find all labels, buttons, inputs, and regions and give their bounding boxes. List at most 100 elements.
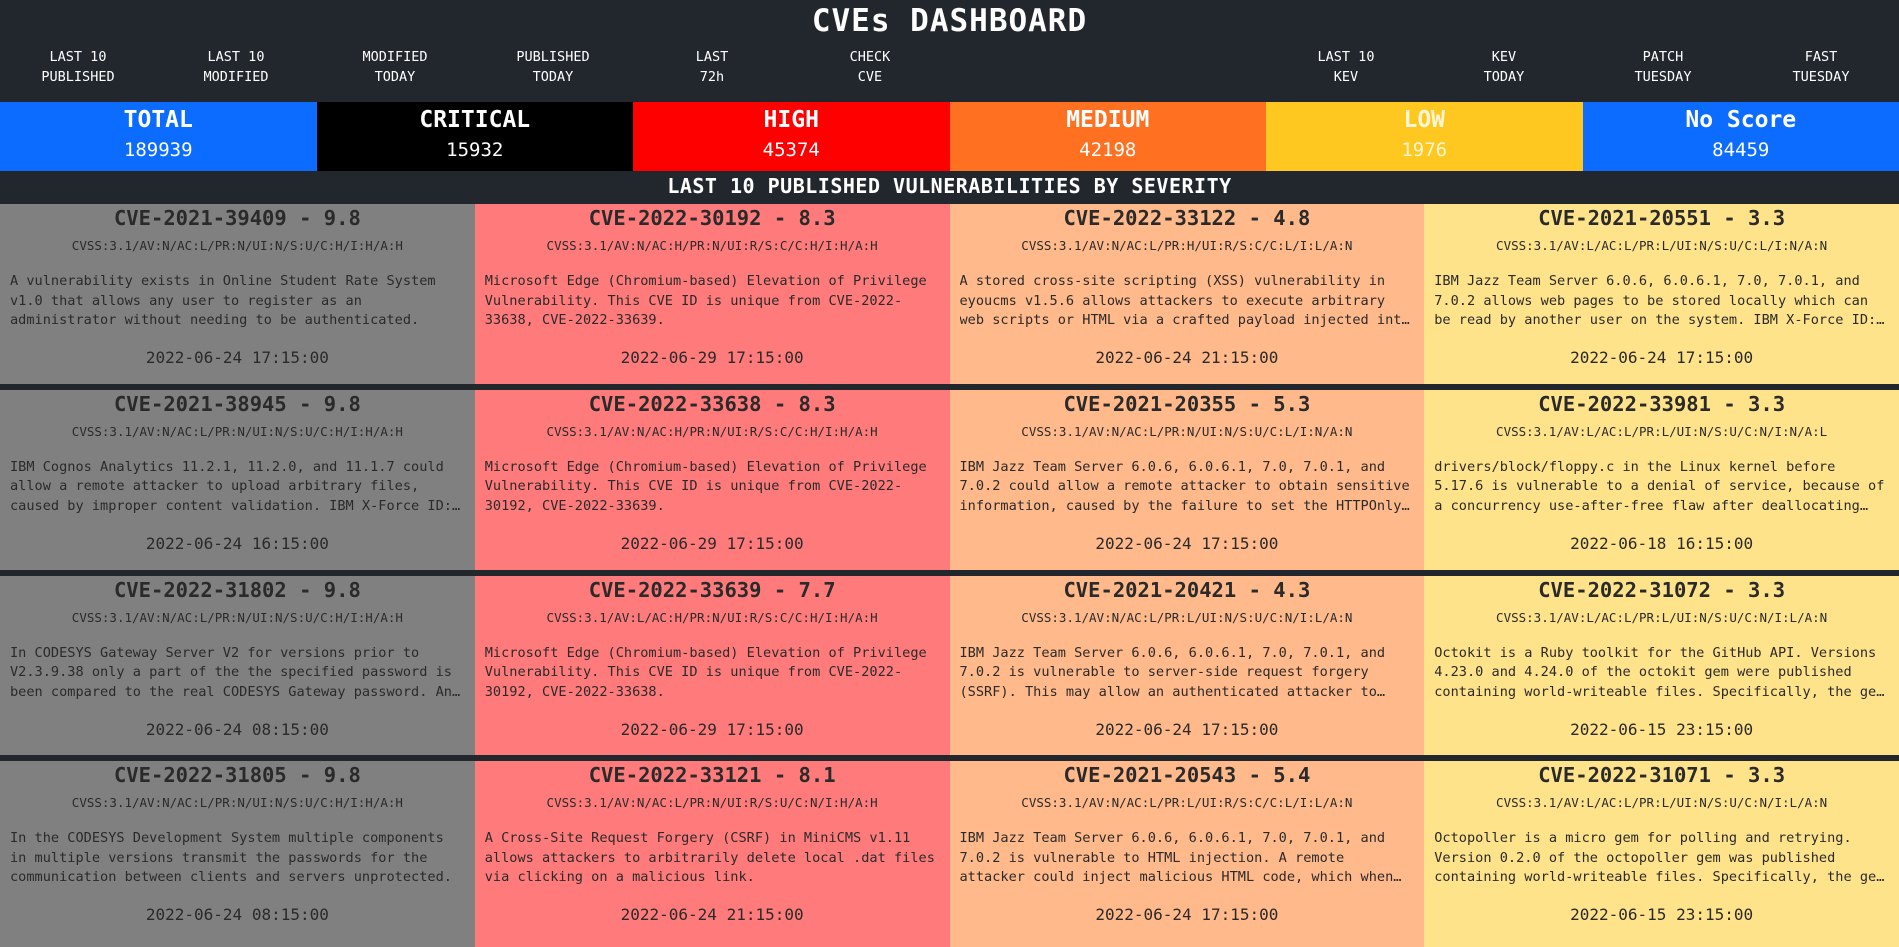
stat-high[interactable]: HIGH 45374 bbox=[633, 102, 950, 171]
cve-card[interactable]: CVE-2021-38945 - 9.8 CVSS:3.1/AV:N/AC:L/P… bbox=[0, 389, 475, 570]
cve-id: CVE-2022-31805 - 9.8 bbox=[113, 763, 361, 788]
cve-date: 2022-06-29 17:15:00 bbox=[620, 348, 804, 367]
cve-date: 2022-06-24 17:15:00 bbox=[1095, 905, 1279, 925]
cve-card[interactable]: CVE-2022-31072 - 3.3 CVSS:3.1/AV:L/AC:L/P… bbox=[1424, 575, 1899, 756]
severity-stats: TOTAL 189939 CRITICAL 15932 HIGH 45374 MEDI… bbox=[0, 102, 1899, 171]
cvss-vector: CVSS:3.1/AV:L/AC:L/PR:L/UI:N/S:U/C:N/I:L… bbox=[1496, 609, 1828, 625]
cve-description: A stored cross-site scripting (XSS) vuln… bbox=[959, 273, 1410, 328]
cve-description: Octopoller is a micro gem for polling an… bbox=[1434, 830, 1885, 886]
severity-column-low: CVE-2021-20551 - 3.3 CVSS:3.1/AV:L/AC:L/P… bbox=[1424, 204, 1899, 947]
cve-card[interactable]: CVE-2022-30192 - 8.3 CVSS:3.1/AV:N/AC:H/P… bbox=[474, 204, 950, 384]
cvss-vector: CVSS:3.1/AV:N/AC:L/PR:L/UI:R/S:C/C:L/I:L… bbox=[1021, 795, 1353, 811]
severity-column-high: CVE-2022-30192 - 8.3 CVSS:3.1/AV:N/AC:H/P… bbox=[474, 204, 950, 947]
vulnerability-grid: CVE-2021-39409 - 9.8 CVSS:3.1/AV:N/AC:L/P… bbox=[0, 204, 1899, 947]
cvss-vector: CVSS:3.1/AV:N/AC:L/PR:N/UI:N/S:U/C:H/I:H… bbox=[71, 795, 403, 811]
cve-card[interactable]: CVE-2021-20551 - 3.3 CVSS:3.1/AV:L/AC:L/P… bbox=[1424, 204, 1899, 384]
cve-id: CVE-2022-33981 - 3.3 bbox=[1538, 391, 1786, 416]
cvss-vector: CVSS:3.1/AV:N/AC:H/PR:N/UI:R/S:C/C:H/I:H… bbox=[546, 423, 878, 439]
cve-id: CVE-2021-38945 - 9.8 bbox=[113, 391, 361, 416]
cve-description: IBM Jazz Team Server 6.0.6, 6.0.6.1, 7.0… bbox=[959, 458, 1410, 514]
nav-last-72h[interactable]: LAST 72h bbox=[642, 47, 782, 87]
cve-id: CVE-2022-30192 - 8.3 bbox=[588, 206, 836, 230]
cvss-vector: CVSS:3.1/AV:N/AC:L/PR:N/UI:N/S:U/C:L/I:N… bbox=[1021, 423, 1353, 439]
cve-description: Octokit is a Ruby toolkit for the GitHub… bbox=[1434, 644, 1885, 700]
nav-modified-today[interactable]: MODIFIED TODAY bbox=[325, 47, 465, 87]
stat-critical[interactable]: CRITICAL 15932 bbox=[316, 102, 633, 171]
cve-description: drivers/block/floppy.c in the Linux kern… bbox=[1434, 458, 1885, 514]
cve-date: 2022-06-24 17:15:00 bbox=[145, 348, 329, 367]
cve-card[interactable]: CVE-2022-31071 - 3.3 CVSS:3.1/AV:L/AC:L/P… bbox=[1424, 761, 1899, 947]
cvss-vector: CVSS:3.1/AV:N/AC:L/PR:N/UI:R/S:U/C:N/I:H… bbox=[546, 795, 878, 811]
cve-card[interactable]: CVE-2021-20421 - 4.3 CVSS:3.1/AV:N/AC:L/P… bbox=[949, 575, 1425, 756]
cve-id: CVE-2022-31071 - 3.3 bbox=[1538, 763, 1786, 788]
cve-card[interactable]: CVE-2021-20543 - 5.4 CVSS:3.1/AV:N/AC:L/P… bbox=[949, 761, 1425, 947]
cve-card[interactable]: CVE-2022-31805 - 9.8 CVSS:3.1/AV:N/AC:L/P… bbox=[0, 761, 475, 947]
cve-id: CVE-2022-31802 - 9.8 bbox=[113, 577, 361, 602]
cve-date: 2022-06-24 16:15:00 bbox=[145, 533, 329, 553]
cve-card[interactable]: CVE-2022-33638 - 8.3 CVSS:3.1/AV:N/AC:H/P… bbox=[474, 389, 950, 570]
cve-id: CVE-2021-20551 - 3.3 bbox=[1538, 206, 1786, 230]
nav-patch-tuesday[interactable]: PATCH TUESDAY bbox=[1593, 47, 1733, 87]
cve-id: CVE-2022-31072 - 3.3 bbox=[1538, 577, 1786, 602]
cvss-vector: CVSS:3.1/AV:L/AC:L/PR:L/UI:N/S:U/C:N/I:L… bbox=[1496, 795, 1828, 811]
stat-medium[interactable]: MEDIUM 42198 bbox=[949, 102, 1266, 171]
cve-date: 2022-06-29 17:15:00 bbox=[620, 533, 804, 553]
cve-id: CVE-2021-20355 - 5.3 bbox=[1063, 391, 1311, 416]
severity-column-critical: CVE-2021-39409 - 9.8 CVSS:3.1/AV:N/AC:L/P… bbox=[0, 204, 475, 947]
cve-id: CVE-2021-39409 - 9.8 bbox=[113, 206, 361, 230]
nav-fast-tuesday[interactable]: FAST TUESDAY bbox=[1751, 47, 1891, 87]
cve-description: Microsoft Edge (Chromium-based) Elevatio… bbox=[484, 458, 927, 514]
cve-card[interactable]: CVE-2022-33981 - 3.3 CVSS:3.1/AV:L/AC:L/P… bbox=[1424, 389, 1899, 570]
cve-id: CVE-2021-20421 - 4.3 bbox=[1063, 577, 1311, 602]
cve-description: A vulnerability exists in Online Student… bbox=[10, 273, 436, 328]
cve-date: 2022-06-15 23:15:00 bbox=[1570, 719, 1754, 739]
cvss-vector: CVSS:3.1/AV:N/AC:L/PR:L/UI:N/S:U/C:N/I:L… bbox=[1021, 609, 1353, 625]
nav-last-10-published[interactable]: LAST 10 PUBLISHED bbox=[8, 47, 148, 87]
cve-description: A Cross-Site Request Forgery (CSRF) in M… bbox=[484, 830, 935, 886]
stat-total[interactable]: TOTAL 189939 bbox=[0, 102, 317, 171]
cvss-vector: CVSS:3.1/AV:L/AC:L/PR:L/UI:N/S:U/C:N/I:N… bbox=[1496, 423, 1828, 439]
cve-date: 2022-06-24 08:15:00 bbox=[145, 719, 329, 739]
stat-no-score[interactable]: No Score 84459 bbox=[1582, 102, 1899, 171]
dashboard-header: CVEs DASHBOARD LAST 10 PUBLISHED LAST 10 M… bbox=[0, 0, 1899, 102]
cve-date: 2022-06-24 21:15:00 bbox=[1095, 348, 1279, 367]
cve-card[interactable]: CVE-2022-33639 - 7.7 CVSS:3.1/AV:L/AC:H/P… bbox=[474, 575, 950, 756]
cve-card[interactable]: CVE-2022-31802 - 9.8 CVSS:3.1/AV:N/AC:L/P… bbox=[0, 575, 475, 756]
cve-description: Microsoft Edge (Chromium-based) Elevatio… bbox=[484, 644, 927, 700]
cve-id: CVE-2022-33639 - 7.7 bbox=[588, 577, 836, 602]
cve-card[interactable]: CVE-2021-20355 - 5.3 CVSS:3.1/AV:N/AC:L/P… bbox=[949, 389, 1425, 570]
severity-column-medium: CVE-2022-33122 - 4.8 CVSS:3.1/AV:N/AC:L/P… bbox=[949, 204, 1425, 947]
cvss-vector: CVSS:3.1/AV:N/AC:L/PR:H/UI:R/S:C/C:L/I:L… bbox=[1021, 238, 1353, 253]
cvss-vector: CVSS:3.1/AV:N/AC:L/PR:N/UI:N/S:U/C:H/I:H… bbox=[71, 609, 403, 625]
cvss-vector: CVSS:3.1/AV:N/AC:L/PR:N/UI:N/S:U/C:H/I:H… bbox=[71, 238, 403, 253]
cve-date: 2022-06-15 23:15:00 bbox=[1570, 905, 1754, 925]
cvss-vector: CVSS:3.1/AV:N/AC:L/PR:N/UI:N/S:U/C:H/I:H… bbox=[71, 423, 403, 439]
cve-card[interactable]: CVE-2022-33122 - 4.8 CVSS:3.1/AV:N/AC:L/P… bbox=[949, 204, 1425, 384]
nav-last-10-kev[interactable]: LAST 10 KEV bbox=[1276, 47, 1416, 87]
cve-id: CVE-2021-20543 - 5.4 bbox=[1063, 763, 1311, 788]
cve-id: CVE-2022-33121 - 8.1 bbox=[588, 763, 836, 788]
cve-card[interactable]: CVE-2022-33121 - 8.1 CVSS:3.1/AV:N/AC:L/P… bbox=[474, 761, 950, 947]
page-title: CVEs DASHBOARD bbox=[811, 3, 1088, 39]
cve-description: IBM Jazz Team Server 6.0.6, 6.0.6.1, 7.0… bbox=[959, 830, 1394, 886]
cve-id: CVE-2022-33638 - 8.3 bbox=[588, 391, 836, 416]
nav-check-cve[interactable]: CHECK CVE bbox=[800, 47, 940, 87]
cvss-vector: CVSS:3.1/AV:L/AC:L/PR:L/UI:N/S:U/C:L/I:N… bbox=[1496, 238, 1828, 253]
cve-date: 2022-06-18 16:15:00 bbox=[1570, 533, 1754, 553]
cve-description: In the CODESYS Development System multip… bbox=[10, 830, 452, 886]
cve-description: Microsoft Edge (Chromium-based) Elevatio… bbox=[484, 273, 927, 328]
nav-kev-today[interactable]: KEV TODAY bbox=[1434, 47, 1574, 87]
cve-date: 2022-06-24 17:15:00 bbox=[1095, 533, 1279, 553]
cve-date: 2022-06-24 21:15:00 bbox=[620, 905, 804, 925]
top-nav: LAST 10 PUBLISHED LAST 10 MODIFIED MODIFIE… bbox=[0, 40, 1899, 100]
section-title: LAST 10 PUBLISHED VULNERABILITIES BY SEV… bbox=[667, 174, 1232, 198]
cve-date: 2022-06-24 17:15:00 bbox=[1570, 348, 1754, 367]
nav-published-today[interactable]: PUBLISHED TODAY bbox=[483, 47, 623, 87]
cvss-vector: CVSS:3.1/AV:L/AC:H/PR:N/UI:R/S:C/C:H/I:H… bbox=[546, 609, 878, 625]
cve-description: IBM Jazz Team Server 6.0.6, 6.0.6.1, 7.0… bbox=[959, 644, 1386, 700]
cve-description: IBM Jazz Team Server 6.0.6, 6.0.6.1, 7.0… bbox=[1434, 273, 1877, 328]
nav-last-10-modified[interactable]: LAST 10 MODIFIED bbox=[166, 47, 306, 87]
stat-low[interactable]: LOW 1976 bbox=[1266, 102, 1583, 171]
cve-date: 2022-06-29 17:15:00 bbox=[620, 719, 804, 739]
cve-card[interactable]: CVE-2021-39409 - 9.8 CVSS:3.1/AV:N/AC:L/P… bbox=[0, 204, 475, 384]
